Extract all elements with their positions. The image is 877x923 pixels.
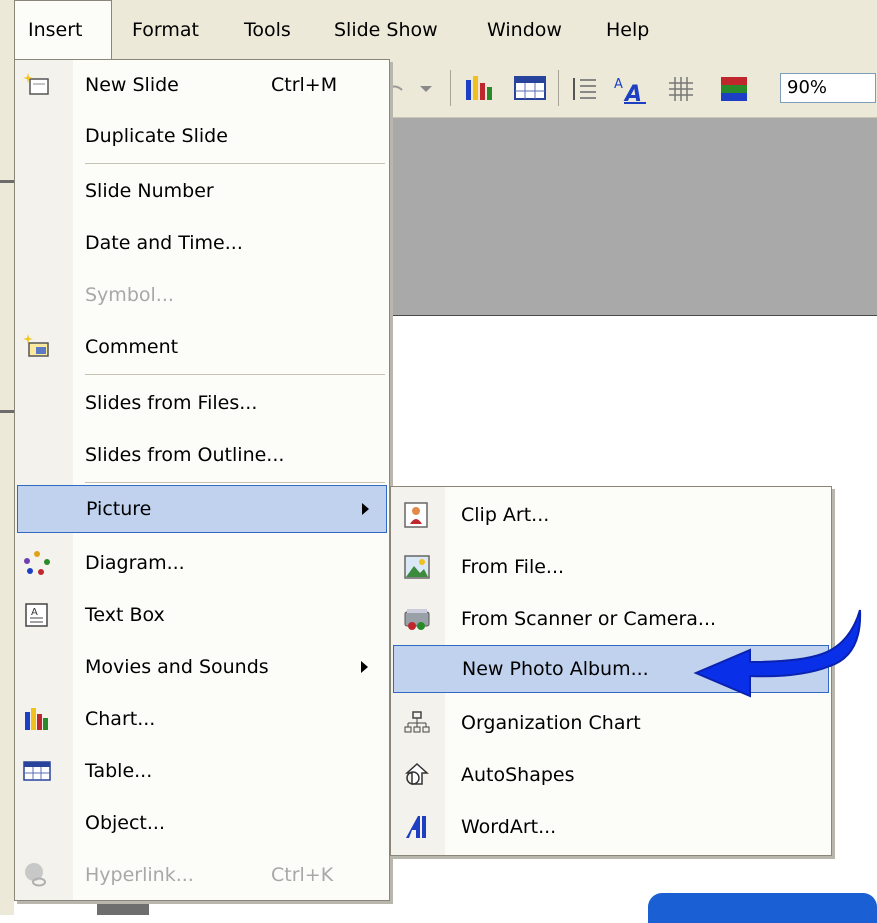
menu-window[interactable]: Window — [474, 0, 575, 60]
menu-format[interactable]: Format — [119, 0, 212, 60]
menubar: Insert Format Tools Slide Show Window He… — [0, 0, 877, 60]
menu-item-movies-and-sounds[interactable]: Movies and Sounds — [15, 643, 389, 691]
menu-tools[interactable]: Tools — [231, 0, 304, 60]
organization-chart-icon — [404, 711, 430, 733]
left-ruler-mark — [0, 180, 14, 183]
svg-text:A: A — [614, 77, 623, 92]
clip-art-icon — [404, 502, 428, 528]
menu-item-chart[interactable]: Chart... — [15, 695, 389, 743]
menu-item-object[interactable]: Object... — [15, 799, 389, 847]
menu-item-picture[interactable]: Picture — [17, 485, 387, 533]
menu-item-slide-number[interactable]: Slide Number — [15, 167, 389, 215]
show-formatting-icon[interactable]: A A — [612, 74, 648, 104]
text-box-icon: A — [25, 603, 48, 627]
left-ruler-mark — [0, 410, 14, 413]
submenu-arrow-icon — [362, 503, 369, 515]
picture-file-icon — [404, 555, 430, 579]
menu-item-symbol[interactable]: Symbol... — [15, 271, 389, 319]
menu-item-slides-from-outline[interactable]: Slides from Outline... — [15, 431, 389, 479]
formatting-toolbar: A A 90% — [380, 60, 877, 118]
menu-item-diagram[interactable]: Diagram... — [15, 539, 389, 587]
menu-item-wordart[interactable]: WordArt... — [391, 803, 831, 851]
menu-item-autoshapes[interactable]: AutoShapes — [391, 751, 831, 799]
color-grayscale-icon[interactable] — [720, 76, 748, 102]
slide-workspace — [380, 118, 877, 316]
menu-item-hyperlink[interactable]: Hyperlink... Ctrl+K — [15, 851, 389, 899]
menu-separator — [85, 374, 385, 375]
table-icon — [23, 761, 51, 781]
chart-icon[interactable] — [464, 74, 494, 102]
toolbar-separator — [558, 70, 559, 106]
menu-item-new-slide[interactable]: New Slide Ctrl+M — [15, 61, 389, 109]
menu-item-date-and-time[interactable]: Date and Time... — [15, 219, 389, 267]
svg-text:A: A — [31, 607, 38, 618]
scanner-camera-icon — [404, 609, 430, 630]
callout-arrow-icon — [693, 609, 862, 698]
menu-help[interactable]: Help — [593, 0, 662, 60]
table-icon[interactable] — [514, 76, 546, 100]
autoshapes-icon — [405, 762, 429, 785]
menu-slide-show[interactable]: Slide Show — [321, 0, 451, 60]
diagram-icon — [24, 551, 50, 575]
submenu-arrow-icon — [361, 661, 368, 673]
blue-shape-corner — [648, 893, 877, 923]
toolbar-separator — [450, 70, 451, 106]
menu-item-from-file[interactable]: From File... — [391, 543, 831, 591]
svg-text:A: A — [623, 82, 642, 104]
menu-item-duplicate-slide[interactable]: Duplicate Slide — [15, 112, 389, 160]
grid-icon[interactable] — [668, 76, 694, 102]
new-slide-icon — [23, 73, 49, 95]
wordart-icon — [406, 816, 426, 838]
menu-item-comment[interactable]: Comment — [15, 323, 389, 371]
comment-icon — [23, 334, 49, 357]
menu-separator — [85, 163, 385, 164]
menu-item-table[interactable]: Table... — [15, 747, 389, 795]
left-panel-edge — [0, 60, 14, 915]
expand-all-icon[interactable] — [570, 76, 598, 102]
menu-item-clip-art[interactable]: Clip Art... — [391, 491, 831, 539]
menu-separator — [85, 482, 385, 483]
insert-menu: New Slide Ctrl+M Duplicate Slide Slide N… — [14, 59, 390, 901]
chart-icon — [25, 708, 48, 730]
menu-insert[interactable]: Insert — [14, 0, 112, 60]
zoom-combo[interactable]: 90% — [780, 73, 876, 103]
hyperlink-icon — [25, 863, 46, 887]
menu-item-slides-from-files[interactable]: Slides from Files... — [15, 379, 389, 427]
menu-item-text-box[interactable]: A Text Box — [15, 591, 389, 639]
